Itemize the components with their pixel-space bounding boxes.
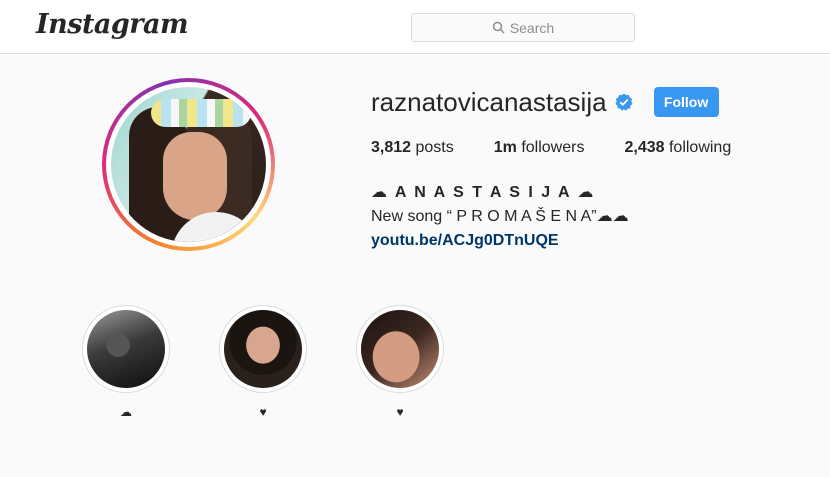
- search-input[interactable]: Search: [411, 13, 635, 42]
- search-placeholder: Search: [509, 19, 555, 36]
- top-navigation-bar: Instagram Search: [0, 0, 830, 54]
- profile-stats: 3,812 posts 1m followers 2,438 following: [371, 139, 771, 157]
- followers-stat[interactable]: 1m followers: [494, 139, 585, 157]
- highlight-label: ♥: [396, 405, 404, 419]
- avatar-photo: [111, 87, 266, 242]
- highlight-cover: [87, 310, 165, 388]
- highlight-label: ☁: [120, 405, 132, 419]
- followers-label: followers: [521, 139, 585, 156]
- verified-badge-icon: [615, 93, 633, 111]
- story-highlight[interactable]: ☁: [82, 305, 170, 421]
- search-icon: [492, 21, 505, 34]
- posts-stat: 3,812 posts: [371, 139, 454, 157]
- posts-count: 3,812: [371, 139, 412, 156]
- followers-count: 1m: [493, 139, 517, 156]
- story-highlight[interactable]: ♥: [219, 305, 307, 421]
- story-highlight[interactable]: ♥: [356, 305, 444, 421]
- following-label: following: [668, 139, 732, 156]
- follow-button[interactable]: Follow: [653, 87, 719, 117]
- instagram-logo[interactable]: Instagram: [36, 9, 189, 40]
- following-count: 2,438: [624, 139, 665, 156]
- following-stat[interactable]: 2,438 following: [624, 139, 731, 157]
- highlight-cover: [224, 310, 302, 388]
- bio-full-name: ☁ A N A S T A S I J A ☁: [371, 184, 596, 201]
- highlight-cover: [361, 310, 439, 388]
- bio-text: New song “ P R O M A Š E N A”☁☁: [371, 208, 629, 225]
- profile-username: raznatovicanastasija: [371, 86, 607, 117]
- posts-label: posts: [415, 139, 454, 156]
- profile-avatar[interactable]: [102, 78, 275, 251]
- bio-link[interactable]: youtu.be/ACJg0DTnUQE: [371, 232, 559, 249]
- highlight-label: ♥: [259, 405, 267, 419]
- profile-header: raznatovicanastasija Follow: [371, 86, 719, 118]
- profile-bio: ☁ A N A S T A S I J A ☁ New song “ P R O…: [371, 181, 629, 253]
